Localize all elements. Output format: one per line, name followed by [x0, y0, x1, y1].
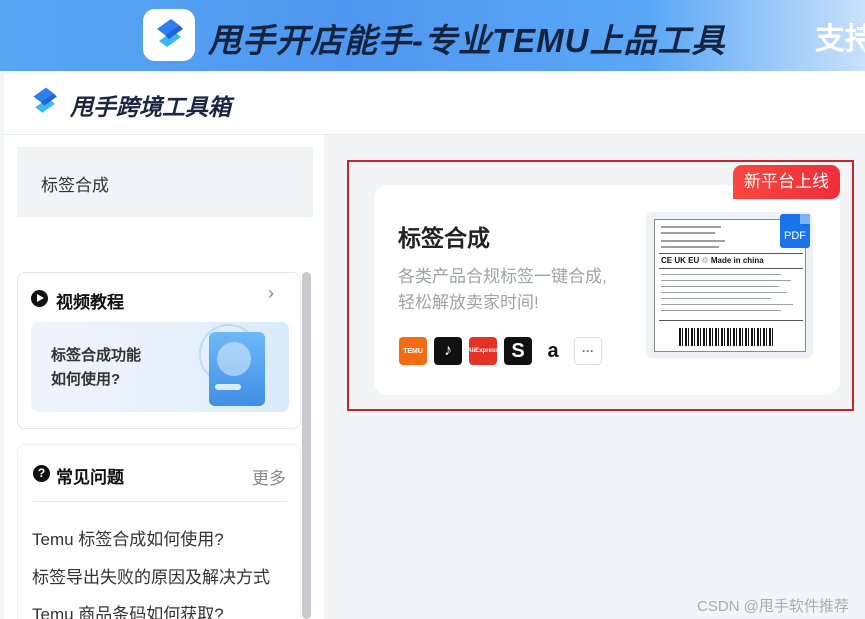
banner-cutoff-text: 支持 [815, 23, 865, 56]
app-logo-icon [33, 87, 57, 113]
video-tutorial-card[interactable]: 视频教程 › 标签合成功能 如何使用? [17, 272, 301, 429]
app-title: 甩手跨境工具箱 [70, 94, 231, 120]
pdf-icon: PDF [780, 214, 810, 248]
faq-more-link[interactable]: 更多 [252, 464, 286, 489]
play-icon [31, 290, 48, 307]
temu-icon: TEMU [399, 337, 427, 365]
faq-item[interactable]: 标签导出失败的原因及解决方式 [32, 563, 270, 588]
question-icon: ? [33, 465, 50, 482]
sidebar-scrollbar[interactable] [302, 272, 311, 619]
document-illustration-icon [209, 332, 265, 406]
aliexpress-icon: AliExpress [467, 337, 499, 365]
tool-name: 标签合成 [398, 225, 490, 251]
more-platforms-icon[interactable]: ··· [574, 337, 602, 365]
video-tutorial-title: 视频教程 [56, 293, 124, 312]
video-thumb-line2: 如何使用? [51, 371, 121, 388]
sidebar-item-label: 标签合成 [41, 176, 109, 195]
tiktok-icon: ♪ [434, 337, 462, 365]
new-platform-badge: 新平台上线 [733, 165, 840, 199]
brand-logo-icon [143, 9, 195, 61]
barcode [679, 328, 775, 346]
watermark: CSDN @甩手软件推荐 [697, 598, 849, 615]
label-compliance-marks: CE UK EU ♲ Made in china [661, 256, 764, 265]
chevron-right-icon[interactable]: › [268, 283, 274, 304]
faq-item[interactable]: Temu 标签合成如何使用? [32, 525, 224, 550]
faq-item[interactable]: Temu 商品条码如何获取? [32, 600, 224, 619]
faq-title: 常见问题 [56, 468, 124, 487]
top-banner[interactable]: 甩手开店能手-专业TEMU上品工具 支持 [0, 0, 865, 71]
faq-card: ? 常见问题 更多 Temu 标签合成如何使用? 标签导出失败的原因及解决方式 … [17, 444, 301, 619]
video-thumb-line1: 标签合成功能 [51, 347, 142, 364]
shopee-icon: S [504, 337, 532, 365]
video-thumbnail[interactable]: 标签合成功能 如何使用? [31, 322, 289, 412]
divider [33, 501, 287, 502]
left-sidebar: 标签合成 视频教程 › 标签合成功能 如何使用? ? 常见问题 更多 Temu … [4, 135, 324, 619]
sidebar-item-label-synthesis[interactable]: 标签合成 [17, 147, 313, 217]
tool-description-line2: 轻松解放卖家时间! [398, 293, 539, 312]
tool-description-line1: 各类产品合规标签一键合成, [398, 267, 607, 286]
app-header: 甩手跨境工具箱 [4, 71, 865, 135]
banner-title: 甩手开店能手-专业TEMU上品工具 [208, 22, 726, 59]
amazon-icon: a [539, 337, 567, 365]
